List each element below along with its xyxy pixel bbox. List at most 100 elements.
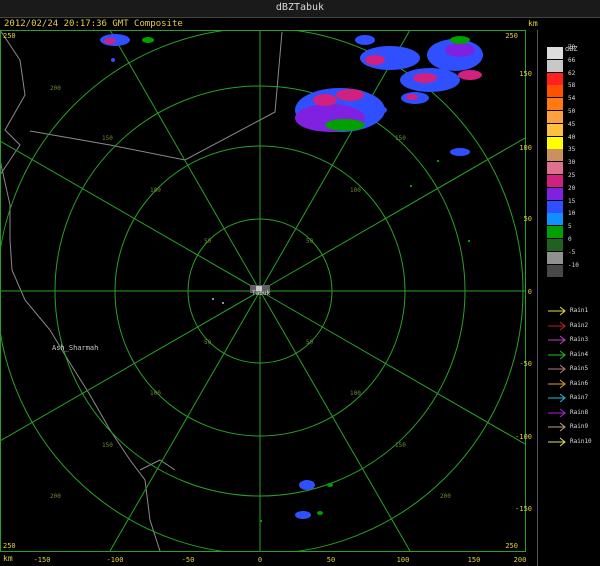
legend-swatch [547, 72, 563, 85]
arrow-icon [548, 335, 566, 345]
y-tick-label: 100 [519, 144, 532, 152]
legend-label: 45 [568, 120, 576, 128]
legend-label: 10 [568, 210, 576, 218]
rain-track-toggle[interactable]: Rain8 [545, 408, 595, 418]
spoke-330 [109, 30, 261, 292]
radar-display[interactable]: 50 100 150 200 50 100 150 50 100 150 200… [0, 30, 537, 566]
legend-swatch [547, 226, 563, 239]
legend-label: 20 [568, 184, 576, 192]
unit-label-top: km [528, 19, 538, 28]
ring-label: 200 [440, 493, 451, 500]
rain-track-toggle[interactable]: Rain9 [545, 422, 595, 432]
legend-label: 50 [568, 108, 576, 115]
border-line [29, 31, 283, 161]
legend-label: 66 [568, 56, 576, 64]
spoke-120 [259, 290, 525, 445]
rain-track-toggle[interactable]: Rain2 [545, 321, 595, 331]
x-tick-label: -100 [107, 556, 124, 564]
legend-swatch [547, 111, 563, 123]
y-tick-label: 250 [505, 542, 518, 550]
legend-label: 58 [568, 82, 576, 90]
legend-label: -10 [568, 261, 579, 269]
coastline [0, 159, 161, 551]
y-tick-label: 150 [519, 70, 532, 78]
radar-site-label: Tabuk [252, 290, 270, 297]
ring-label: 200 [50, 493, 61, 500]
legend-swatch [547, 162, 563, 175]
rain-track-toggle[interactable]: Rain5 [545, 364, 595, 374]
spoke-300 [0, 140, 261, 292]
legend-label: 54 [568, 95, 576, 103]
y-tick-label: -100 [515, 433, 532, 441]
y-tick-label: 50 [524, 215, 532, 223]
x-tick-label: 200 [514, 556, 527, 564]
legend-swatch [547, 264, 563, 277]
arrow-icon [548, 408, 566, 417]
spoke-150 [259, 290, 411, 551]
x-tick-label: -50 [182, 556, 195, 564]
legend-swatch [547, 239, 563, 251]
legend-label: 70 [568, 44, 576, 51]
legend-swatch [547, 149, 563, 162]
arrow-icon [548, 364, 566, 374]
echo-cluster-northwest [100, 34, 154, 62]
legend-swatch [547, 85, 563, 98]
ring-label: 150 [395, 135, 406, 142]
echo-cluster-south [295, 480, 333, 519]
legend-label: 0 [568, 236, 572, 243]
ring-label: 150 [102, 135, 113, 142]
legend-label: 5 [568, 223, 572, 231]
legend-swatch [547, 98, 563, 111]
window-title: dBZTabuk [275, 2, 325, 13]
rain-track-label: Rain2 [570, 321, 589, 329]
rain-track-toggle[interactable]: Rain7 [545, 393, 595, 403]
arrow-icon [548, 437, 566, 446]
rain-track-toggle[interactable]: Rain3 [545, 335, 595, 345]
legend-label: 15 [568, 197, 576, 205]
legend-label: 25 [568, 172, 576, 179]
city-label: Ash_Sharmah [52, 344, 98, 352]
legend-swatch [547, 187, 563, 200]
ring-label: 100 [350, 390, 361, 397]
arrow-icon [548, 379, 566, 388]
ring-label: 150 [102, 442, 113, 449]
ring-label: 50 [204, 238, 212, 245]
ring-label: 100 [150, 187, 161, 194]
legend-swatch [547, 213, 563, 226]
spoke-210 [109, 290, 261, 551]
rain-track-label: Rain5 [570, 365, 589, 372]
rain-track-label: Rain9 [570, 423, 589, 430]
legend-swatch [547, 175, 563, 187]
echo-cluster-northeast [295, 35, 483, 156]
legend-swatch [547, 47, 563, 59]
spoke-240 [0, 290, 261, 442]
y-tick-label: -150 [515, 505, 532, 513]
corner-label: 250 [3, 32, 16, 40]
legend-label: 35 [568, 146, 576, 154]
x-tick-label: 0 [258, 556, 262, 564]
legend-label: 30 [568, 159, 576, 167]
rain-track-toggle[interactable]: Rain6 [545, 379, 595, 389]
x-tick-label: 100 [397, 556, 410, 564]
legend-swatch [547, 123, 563, 136]
rain-track-toggle[interactable]: Rain4 [545, 350, 595, 360]
legend-label: 40 [568, 133, 576, 141]
corner-label: 250 [3, 542, 16, 550]
rain-track-label: Rain4 [570, 350, 589, 358]
legend-swatch [547, 251, 563, 264]
rain-track-label: Rain6 [570, 379, 589, 387]
y-tick-label: 0 [528, 288, 532, 296]
ground-clutter [212, 160, 470, 522]
ring-label: 50 [306, 238, 314, 245]
rain-track-label: Rain3 [570, 336, 589, 343]
legend-label: -5 [568, 248, 576, 256]
rain-track-toggle[interactable]: Rain1 [545, 306, 595, 316]
y-tick-label: 250 [505, 32, 518, 40]
rain-track-label: Rain8 [570, 408, 589, 416]
ring-label: 100 [350, 187, 361, 194]
ring-label: 200 [50, 85, 61, 92]
arrow-icon [548, 321, 566, 330]
y-tick-label: -50 [519, 360, 532, 368]
rain-track-label: Rain7 [570, 394, 589, 401]
rain-track-toggle[interactable]: Rain10 [545, 437, 595, 447]
